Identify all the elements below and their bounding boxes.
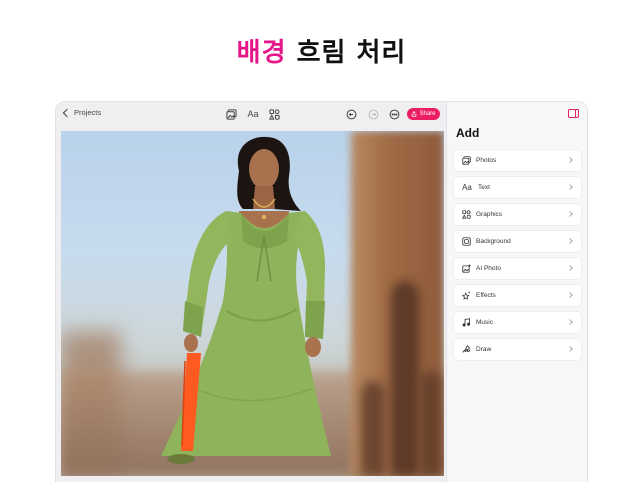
menu-item-label: Photos [476,157,497,164]
add-draw-item[interactable]: Draw [454,339,581,360]
menu-item-label: Background [476,238,511,245]
graphics-icon [461,210,471,220]
chevron-right-icon [567,292,573,298]
add-panel: Add Photos Aa Text Graphics Background A… [446,102,587,482]
headline-rest: 흐림 처리 [286,38,407,68]
photo-canvas[interactable] [61,131,444,476]
draw-icon [461,345,471,355]
chevron-left-icon [62,108,72,117]
photos-icon [461,156,471,166]
menu-item-label: Music [476,319,493,326]
panel-title: Add [456,126,480,140]
back-to-projects-button[interactable]: Projects [62,108,102,117]
menu-item-label: Effects [476,292,496,299]
undo-icon[interactable] [345,108,357,120]
back-label: Projects [74,108,102,117]
share-label: Share [419,111,436,117]
chevron-right-icon [567,211,573,217]
chevron-right-icon [567,265,573,271]
menu-item-label: Draw [476,346,492,353]
page-headline: 배경 흐림 처리 [0,32,643,69]
chevron-right-icon [567,184,573,190]
add-photos-item[interactable]: Photos [454,150,581,171]
woman-in-green-dress-photo [161,136,331,464]
chevron-right-icon [567,238,573,244]
sidebar-toggle-icon[interactable] [568,109,579,118]
menu-item-label: Graphics [476,211,503,218]
background-icon [461,237,471,247]
add-menu: Photos Aa Text Graphics Background AI Ph… [454,150,581,366]
tablet-frame: Projects Aa Share Add Photos Aa Text Gra… [55,101,588,482]
photos-toolbar-icon[interactable] [225,108,237,120]
editor-toolbar: Projects Aa Share [56,102,446,128]
music-icon [461,318,471,328]
add-text-item[interactable]: Aa Text [454,177,581,198]
chevron-right-icon [567,346,573,352]
text-icon: Aa [462,183,472,192]
chevron-right-icon [567,319,573,325]
headline-accent: 배경 [236,38,287,68]
add-ai-photo-item[interactable]: AI Photo [454,258,581,279]
text-toolbar-icon[interactable]: Aa [246,108,260,120]
add-effects-item[interactable]: Effects [454,285,581,306]
chevron-right-icon [567,157,573,163]
more-options-icon[interactable] [388,108,400,120]
menu-item-label: Text [478,184,490,191]
redo-icon[interactable] [367,108,379,120]
graphics-toolbar-icon[interactable] [268,108,280,120]
share-button[interactable]: Share [407,108,440,120]
add-graphics-item[interactable]: Graphics [454,204,581,225]
effects-icon [461,291,471,301]
ai-photo-icon [461,264,471,274]
editor-area: Projects Aa Share [56,102,446,482]
add-music-item[interactable]: Music [454,312,581,333]
menu-item-label: AI Photo [476,265,501,272]
add-background-item[interactable]: Background [454,231,581,252]
